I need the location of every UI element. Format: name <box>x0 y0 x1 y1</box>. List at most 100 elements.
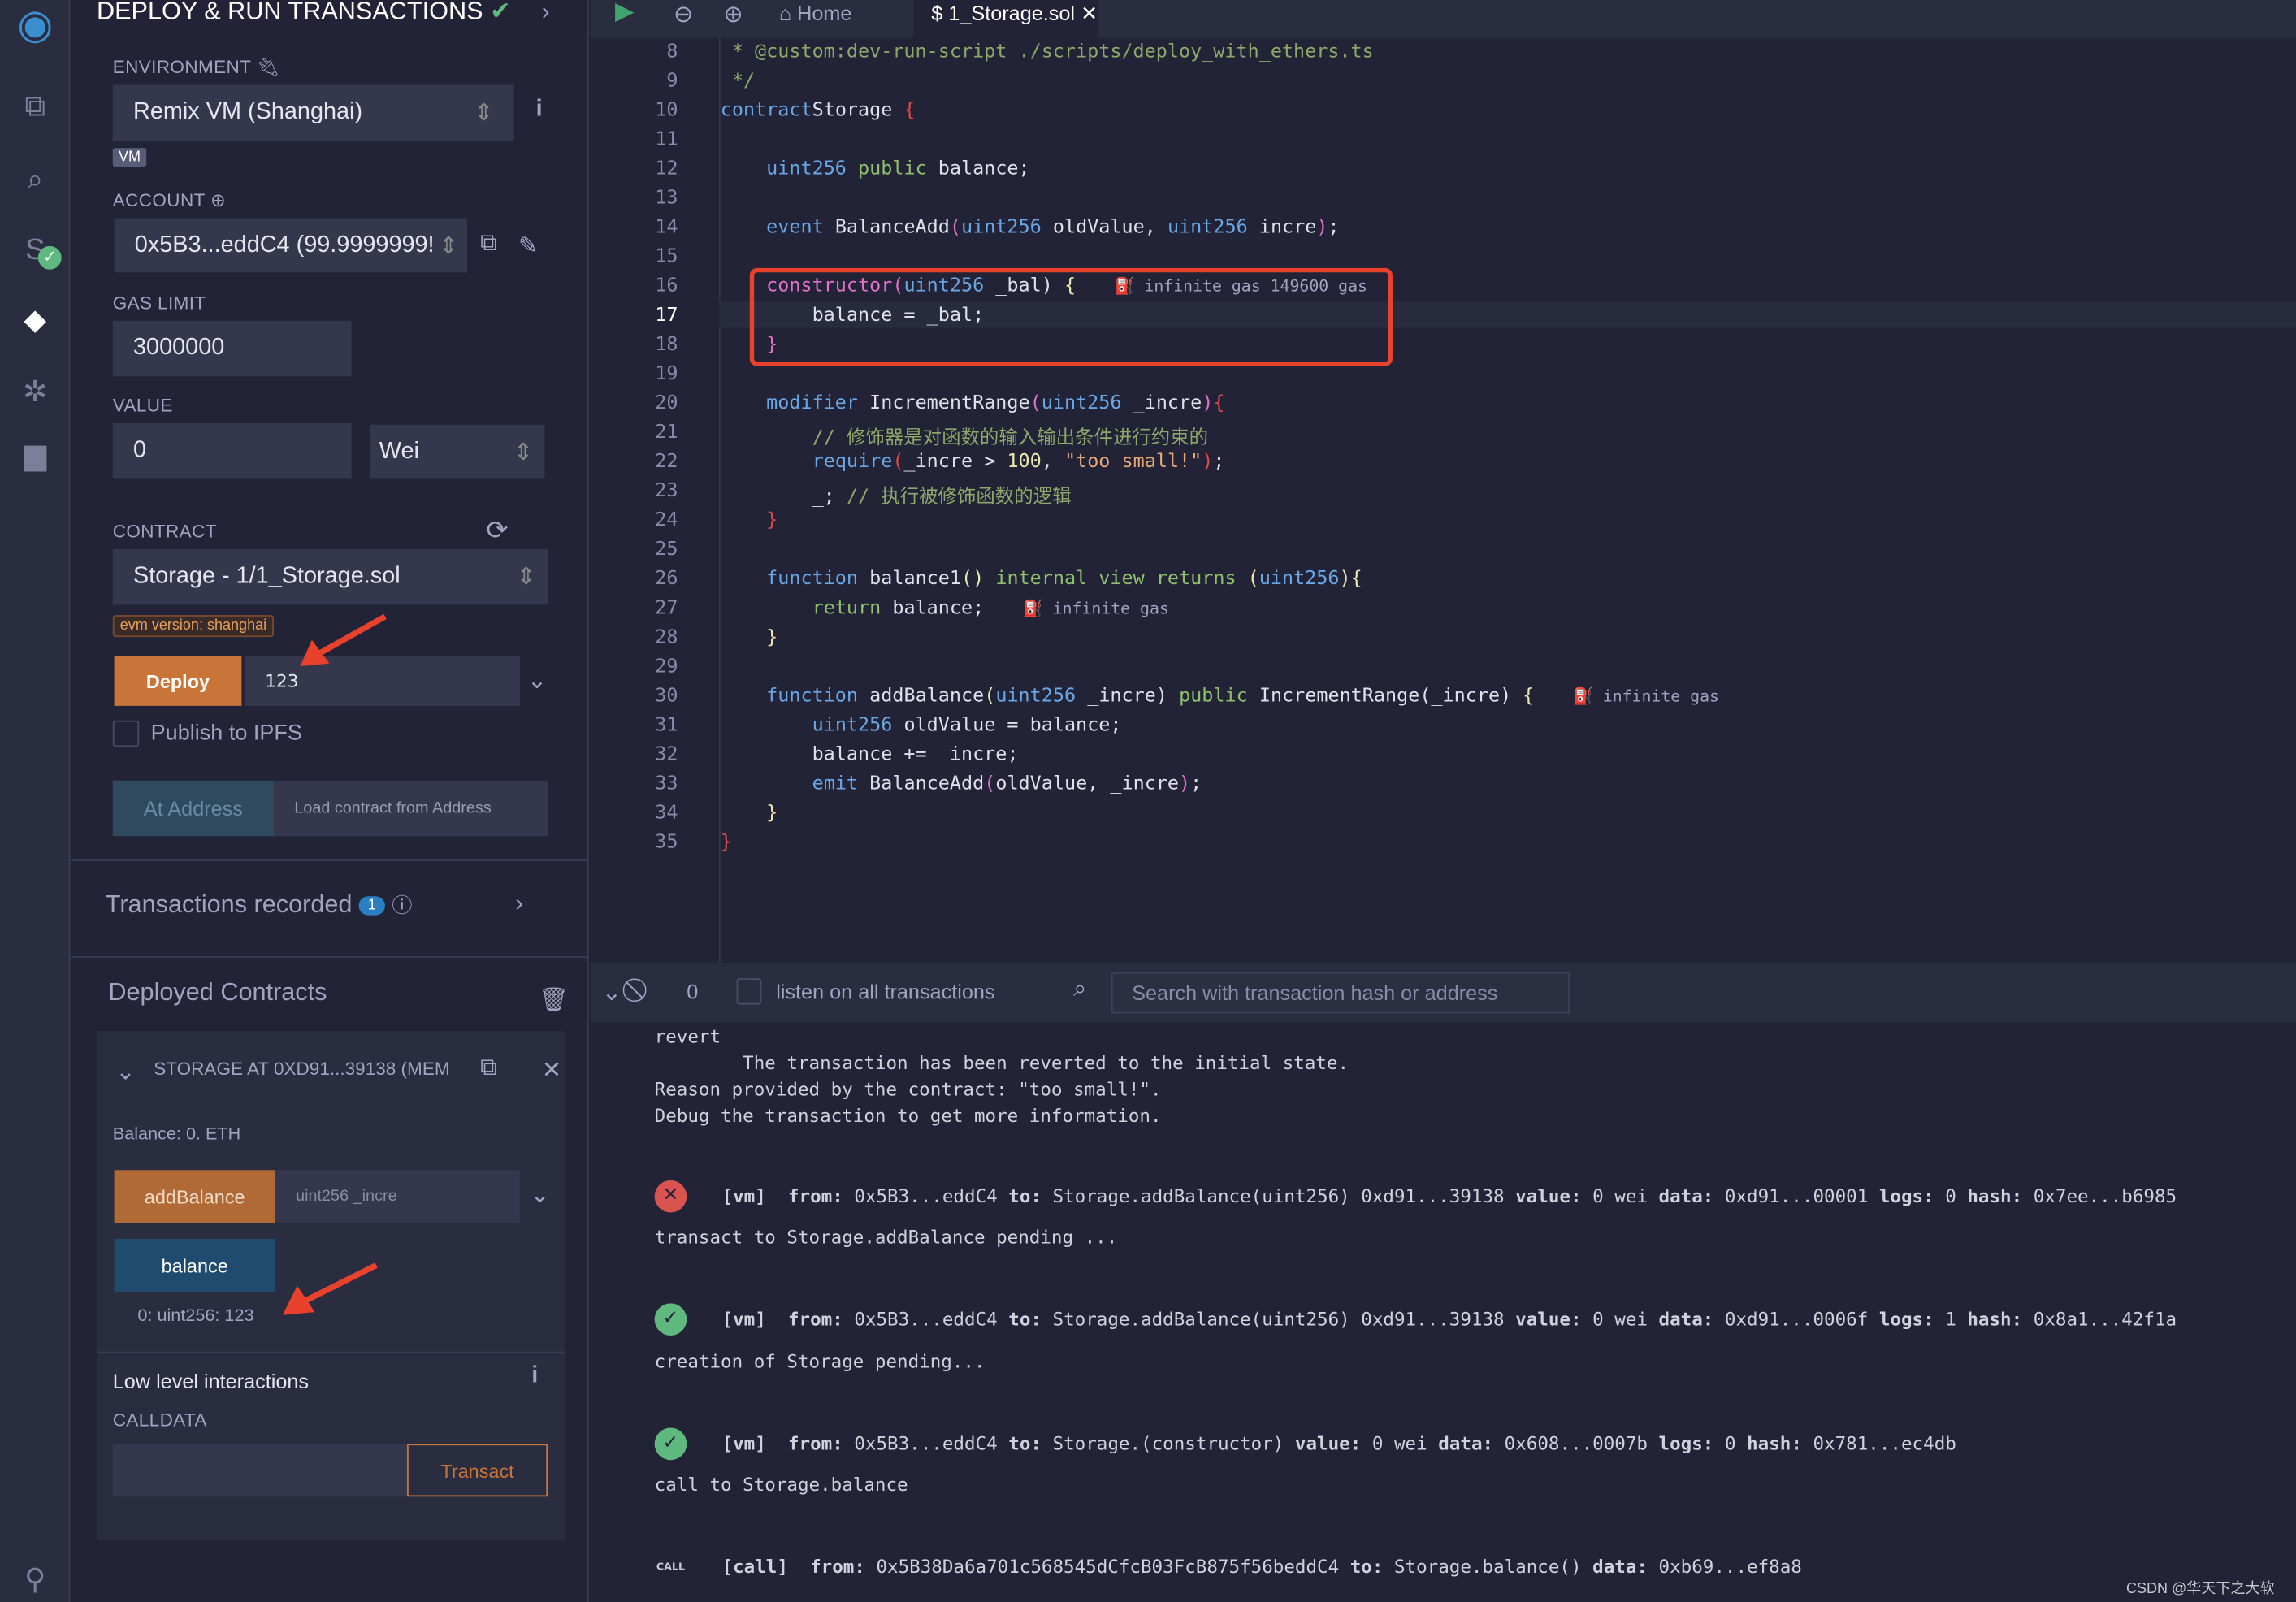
plus-circle-icon[interactable]: ⊕ <box>210 190 226 210</box>
close-icon[interactable]: ✕ <box>542 1056 561 1085</box>
balance-button[interactable]: balance <box>114 1238 275 1292</box>
code-token: modifier <box>766 392 870 415</box>
info-icon[interactable]: i <box>536 97 543 123</box>
at-address-button[interactable]: At Address <box>112 780 275 837</box>
code-line[interactable]: // 修饰器是对函数的输入输出条件进行约束的 <box>721 422 1208 449</box>
instance-title[interactable]: STORAGE AT 0XD91...39138 (MEM <box>154 1059 449 1079</box>
calldata-input[interactable] <box>112 1444 408 1497</box>
transaction-log[interactable]: [vm] from: 0x5B3...eddC4 to: Storage.add… <box>722 1308 2177 1330</box>
code-area[interactable]: 8 * @custom:dev-run-script ./scripts/dep… <box>590 38 2296 917</box>
code-line[interactable]: require(_incre > 100, "too small!"); <box>721 451 1225 473</box>
close-tab-icon[interactable]: ✕ <box>1081 2 1098 25</box>
publish-ipfs-checkbox[interactable] <box>112 720 140 747</box>
code-line[interactable]: */ <box>721 71 755 93</box>
code-line[interactable]: contractStorage { <box>721 100 916 122</box>
remix-logo-icon[interactable]: ◉ <box>11 2 58 47</box>
account-value: 0x5B3...eddC4 (99.9999999! <box>134 232 435 258</box>
transactions-recorded-header[interactable]: Transactions recorded 1 ⓘ <box>106 890 413 920</box>
chevron-down-icon[interactable]: ⌄ <box>527 666 547 695</box>
search-icon[interactable]: ⌕ <box>11 158 58 202</box>
value-input[interactable]: 0 <box>112 422 352 479</box>
chevron-right-icon[interactable]: › <box>542 0 550 26</box>
line-number: 27 <box>655 597 678 620</box>
value-label: VALUE <box>112 395 173 416</box>
terminal-toolbar: ⌄ ⃠ 0 listen on all transactions ⌕ Searc… <box>590 963 2296 1023</box>
code-line[interactable]: } <box>721 803 778 825</box>
code-line[interactable]: event BalanceAdd(uint256 oldValue, uint2… <box>721 216 1340 239</box>
code-token: { <box>1213 392 1225 415</box>
account-label-text: ACCOUNT <box>112 190 206 211</box>
code-token: ) <box>1202 451 1214 474</box>
zoom-out-icon[interactable]: ⊖ <box>674 0 693 29</box>
load-address-input[interactable]: Load contract from Address <box>274 780 548 837</box>
edit-icon[interactable]: ✎ <box>518 232 538 261</box>
select-arrows-icon: ⇕ <box>516 565 536 591</box>
home-icon: ⌂ <box>778 1 792 25</box>
log-line: transact to Storage.addBalance pending .… <box>654 1225 1118 1248</box>
account-select[interactable]: 0x5B3...eddC4 (99.9999999! ⇕ <box>114 218 467 273</box>
chevron-down-icon[interactable]: ⌄ <box>115 1057 135 1086</box>
chevron-right-icon[interactable]: › <box>515 892 523 918</box>
environment-select[interactable]: Remix VM (Shanghai) ⇕ <box>112 84 514 141</box>
code-token: incre <box>1258 216 1317 239</box>
gas-limit-input[interactable]: 3000000 <box>112 320 352 377</box>
line-number: 8 <box>666 41 678 63</box>
terminal-output: revert The transaction has been reverted… <box>590 1022 2296 1602</box>
copy-icon[interactable]: ⧉ <box>480 1056 497 1082</box>
transact-button[interactable]: Transact <box>407 1444 548 1497</box>
code-line[interactable]: } <box>721 627 778 649</box>
transaction-log[interactable]: [vm] from: 0x5B3...eddC4 to: Storage.(co… <box>722 1432 1956 1454</box>
info-icon[interactable]: i <box>531 1363 538 1389</box>
debugger-icon[interactable]: ✲ <box>11 370 58 414</box>
code-token: */ <box>720 70 756 93</box>
transaction-log[interactable]: [vm] from: 0x5B3...eddC4 to: Storage.add… <box>722 1184 2177 1206</box>
solidity-compiler-icon[interactable]: S ✓ <box>11 228 62 272</box>
code-token: oldValue, <box>1052 216 1167 239</box>
deploy-button[interactable]: Deploy <box>114 656 242 706</box>
code-line[interactable]: modifier IncrementRange(uint256 _incre){ <box>721 392 1225 415</box>
divider <box>71 859 589 861</box>
collapse-icon[interactable]: ⌄ <box>602 978 622 1007</box>
transaction-log[interactable]: [call] from: 0x5B38Da6a701c568545dCfcB03… <box>722 1555 1802 1577</box>
add-balance-input[interactable]: uint256 _incre <box>275 1170 520 1223</box>
code-line[interactable]: } <box>721 509 778 531</box>
file-explorer-icon[interactable]: ⧉ <box>11 85 58 129</box>
run-icon[interactable]: ▶ <box>615 0 635 26</box>
code-line[interactable]: function addBalance(uint256 _incre) publ… <box>721 686 1719 708</box>
contract-select[interactable]: Storage - 1/1_Storage.sol ⇕ <box>112 548 548 605</box>
code-line[interactable]: balance += _incre; <box>721 744 1019 766</box>
info-circle-icon[interactable]: ⓘ <box>392 894 412 917</box>
code-token: ( <box>949 216 962 239</box>
value-unit-select[interactable]: Wei ⇕ <box>370 424 545 479</box>
code-line[interactable]: emit BalanceAdd(oldValue, _incre); <box>721 773 1202 795</box>
listen-checkbox[interactable] <box>736 978 762 1005</box>
code-line[interactable]: uint256 public balance; <box>721 158 1029 180</box>
plugin-manager-icon[interactable]: ⚲ <box>11 1558 58 1602</box>
code-line[interactable]: } <box>721 832 732 854</box>
add-balance-button[interactable]: addBalance <box>114 1170 275 1223</box>
code-line[interactable]: * @custom:dev-run-script ./scripts/deplo… <box>721 41 1374 63</box>
copy-icon[interactable]: ⧉ <box>480 232 497 258</box>
deploy-run-icon[interactable]: ◆ <box>11 299 58 343</box>
select-arrows-icon: ⇕ <box>438 230 459 260</box>
code-token: { <box>1523 685 1535 708</box>
console-search-input[interactable]: Search with transaction hash or address <box>1111 972 1570 1014</box>
tab-storage-sol[interactable]: $ 1_Storage.sol ✕ <box>913 0 1098 38</box>
code-line[interactable]: function balance1() internal view return… <box>721 568 1362 590</box>
code-line[interactable]: _; // 执行被修饰函数的逻辑 <box>721 480 1072 508</box>
trash-icon[interactable]: 🗑︎ <box>539 985 569 1015</box>
code-token: ; <box>1328 216 1340 239</box>
learneth-icon[interactable]: ▆ <box>11 434 58 478</box>
zoom-in-icon[interactable]: ⊕ <box>723 0 743 29</box>
code-token: balance; <box>892 597 985 620</box>
code-token: BalanceAdd <box>869 773 985 795</box>
chevron-down-icon[interactable]: ⌄ <box>530 1180 549 1210</box>
line-number: 12 <box>655 158 678 180</box>
line-number: 31 <box>655 714 678 737</box>
code-line[interactable]: return balance; ⛽ infinite gas <box>721 597 1169 619</box>
tab-home[interactable]: ⌂ Home <box>779 2 852 25</box>
refresh-icon[interactable]: ⟳ <box>486 516 508 547</box>
code-line[interactable]: uint256 oldValue = balance; <box>721 715 1122 737</box>
